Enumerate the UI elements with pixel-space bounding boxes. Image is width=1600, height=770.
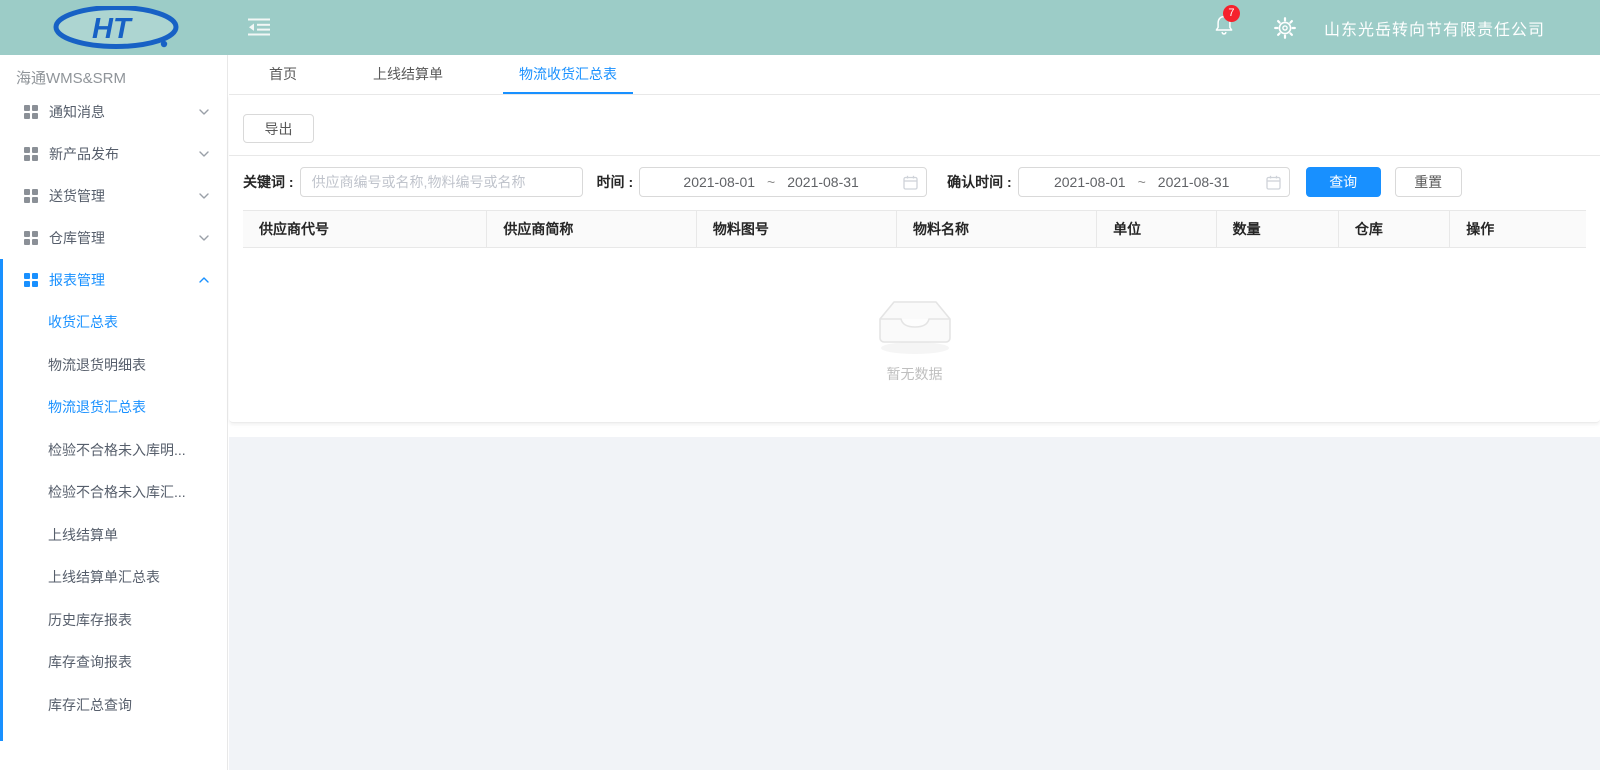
company-name: 山东光岳转向节有限责任公司 — [1324, 16, 1545, 40]
tab-bar: 首页 上线结算单 物流收货汇总表 — [229, 55, 1600, 95]
sidebar-subitem-logistics-return-summary[interactable]: 物流退货汇总表 — [0, 386, 227, 429]
svg-text:HT: HT — [92, 13, 133, 45]
chevron-down-icon — [199, 193, 209, 199]
sidebar-subitem-inspect-fail-unstored-detail[interactable]: 检验不合格未入库明... — [0, 429, 227, 472]
sidebar-item-label: 仓库管理 — [49, 228, 199, 248]
sidebar-subitem-online-settlement-summary[interactable]: 上线结算单汇总表 — [0, 556, 227, 599]
time-label: 时间 : — [597, 172, 634, 192]
col-header-material-name: 物料名称 — [897, 211, 1097, 247]
sidebar-subitem-history-inventory-report[interactable]: 历史库存报表 — [0, 599, 227, 642]
toolbar-divider — [229, 155, 1600, 156]
sidebar-item-notifications[interactable]: 通知消息 — [0, 91, 227, 133]
grid-icon — [24, 189, 38, 203]
search-button[interactable]: 查询 — [1306, 167, 1381, 197]
time-range-picker[interactable]: 2021-08-01 ~ 2021-08-31 — [639, 167, 927, 197]
time-start-value: 2021-08-01 — [683, 174, 755, 190]
keyword-input[interactable] — [300, 167, 583, 197]
confirm-end-value: 2021-08-31 — [1158, 174, 1230, 190]
app-header: HT 7 — [0, 0, 1600, 55]
col-header-supplier-code: 供应商代号 — [243, 211, 487, 247]
app-title: 海通WMS&SRM — [0, 55, 227, 91]
calendar-icon — [1266, 175, 1281, 190]
sidebar-item-delivery-mgmt[interactable]: 送货管理 — [0, 175, 227, 217]
sidebar-item-label: 送货管理 — [49, 186, 199, 206]
sidebar-item-label: 通知消息 — [49, 102, 199, 122]
col-header-unit: 单位 — [1097, 211, 1217, 247]
notifications-button[interactable]: 7 — [1214, 14, 1234, 41]
table-header-row: 供应商代号供应商简称物料图号物料名称单位数量仓库操作 — [243, 210, 1586, 248]
content-panel: 导出 关键词 : 时间 : 2021-08-01 ~ 2021-08-31 确认… — [229, 95, 1600, 423]
grid-icon — [24, 273, 38, 287]
grid-icon — [24, 105, 38, 119]
sidebar-subitem-inspect-fail-unstored-summary[interactable]: 检验不合格未入库汇... — [0, 471, 227, 514]
time-end-value: 2021-08-31 — [787, 174, 859, 190]
settings-button[interactable] — [1274, 17, 1296, 39]
sidebar-subitem-receiving-summary[interactable]: 收货汇总表 — [0, 301, 227, 344]
confirm-time-range-picker[interactable]: 2021-08-01 ~ 2021-08-31 — [1018, 167, 1290, 197]
sidebar-menu: 通知消息新产品发布送货管理仓库管理报表管理收货汇总表物流退货明细表物流退货汇总表… — [0, 91, 227, 726]
empty-state: 暂无数据 — [243, 288, 1586, 384]
keyword-label: 关键词 : — [243, 172, 294, 192]
grid-icon — [24, 231, 38, 245]
grid-icon — [24, 147, 38, 161]
col-header-warehouse: 仓库 — [1339, 211, 1450, 247]
sidebar-subitem-inventory-summary-query[interactable]: 库存汇总查询 — [0, 684, 227, 727]
sidebar-item-report-mgmt[interactable]: 报表管理 — [0, 259, 227, 301]
sidebar-item-label: 新产品发布 — [49, 144, 199, 164]
sidebar-subitem-logistics-return-detail[interactable]: 物流退货明细表 — [0, 344, 227, 387]
chevron-down-icon — [199, 235, 209, 241]
chevron-down-icon — [199, 151, 209, 157]
chevron-up-icon — [199, 277, 209, 283]
background-area — [229, 437, 1600, 770]
gear-icon — [1274, 17, 1296, 39]
company-logo: HT — [52, 6, 184, 55]
range-separator: ~ — [1138, 174, 1146, 190]
sidebar-submenu: 收货汇总表物流退货明细表物流退货汇总表检验不合格未入库明...检验不合格未入库汇… — [0, 301, 227, 726]
calendar-icon — [903, 175, 918, 190]
range-separator: ~ — [767, 174, 775, 190]
sidebar-item-label: 报表管理 — [49, 270, 199, 290]
sidebar-subitem-inventory-query-report[interactable]: 库存查询报表 — [0, 641, 227, 684]
filter-bar: 关键词 : 时间 : 2021-08-01 ~ 2021-08-31 确认时间 … — [243, 167, 1586, 197]
reset-button[interactable]: 重置 — [1395, 167, 1462, 197]
col-header-operation: 操作 — [1450, 211, 1586, 247]
header-actions: 7 山东光岳转向节有限责任公司 — [1214, 0, 1545, 55]
tab-logistics-receiving-summary[interactable]: 物流收货汇总表 — [503, 55, 633, 94]
empty-box-icon — [868, 288, 962, 356]
col-header-material-drawing-no: 物料图号 — [697, 211, 897, 247]
tab-online-settlement[interactable]: 上线结算单 — [357, 55, 459, 94]
chevron-down-icon — [199, 109, 209, 115]
tab-home[interactable]: 首页 — [253, 55, 313, 94]
sidebar-subitem-online-settlement[interactable]: 上线结算单 — [0, 514, 227, 557]
sidebar-item-warehouse-mgmt[interactable]: 仓库管理 — [0, 217, 227, 259]
menu-fold-icon — [248, 18, 270, 36]
logo-icon: HT — [52, 6, 184, 50]
notification-badge: 7 — [1223, 5, 1240, 22]
sidebar: 海通WMS&SRM 通知消息新产品发布送货管理仓库管理报表管理收货汇总表物流退货… — [0, 55, 228, 770]
col-header-supplier-short-name: 供应商简称 — [487, 211, 697, 247]
col-header-quantity: 数量 — [1217, 211, 1339, 247]
export-button[interactable]: 导出 — [243, 114, 314, 143]
confirm-time-label: 确认时间 : — [947, 172, 1012, 192]
confirm-start-value: 2021-08-01 — [1054, 174, 1126, 190]
sidebar-item-new-product[interactable]: 新产品发布 — [0, 133, 227, 175]
active-section-indicator — [0, 259, 3, 741]
sidebar-collapse-button[interactable] — [248, 18, 270, 41]
empty-text: 暂无数据 — [887, 364, 943, 384]
